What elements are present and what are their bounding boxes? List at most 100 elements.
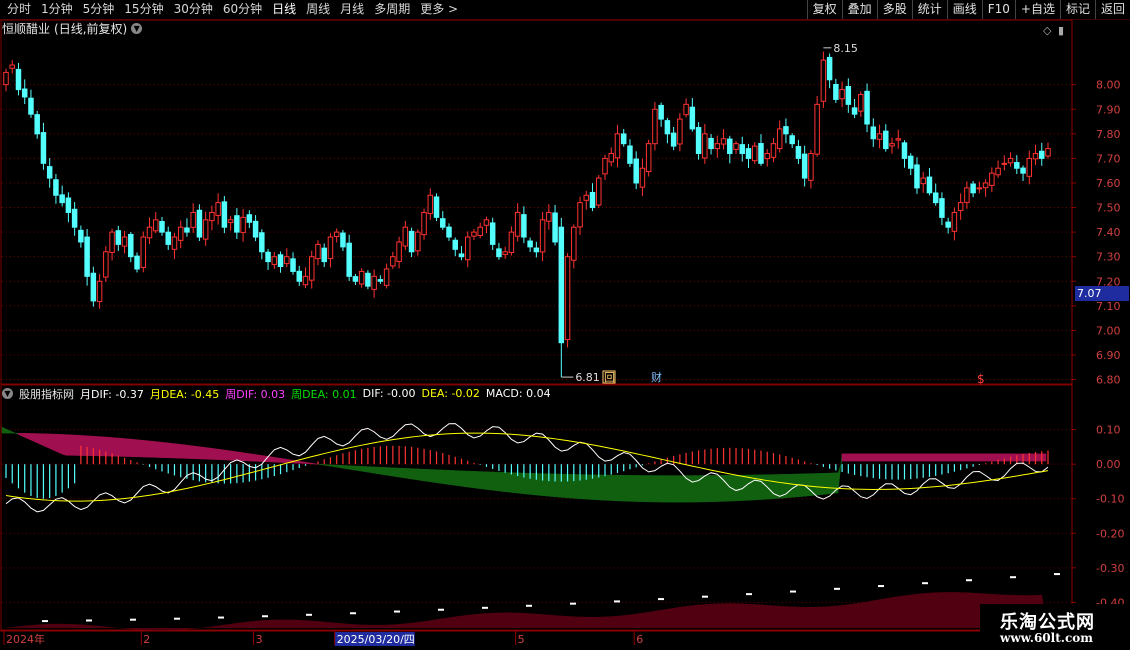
candle bbox=[315, 243, 321, 260]
monthly-dea-dot bbox=[570, 602, 576, 605]
weekly-macd-band bbox=[917, 453, 923, 462]
weekly-macd-band bbox=[549, 473, 555, 497]
weekly-macd-band bbox=[629, 475, 635, 502]
weekly-macd-band bbox=[617, 474, 623, 502]
candle bbox=[464, 236, 471, 261]
monthly-macd-area bbox=[2, 592, 1048, 631]
candle bbox=[171, 236, 178, 250]
weekly-macd-band bbox=[213, 448, 219, 460]
weekly-macd-band bbox=[453, 470, 459, 487]
weekly-macd-band bbox=[909, 453, 915, 462]
chevron-down-icon[interactable]: ▼ bbox=[131, 23, 143, 34]
weekly-macd-band bbox=[593, 474, 599, 501]
candle bbox=[265, 251, 271, 263]
weekly-macd-band bbox=[273, 456, 279, 463]
weekly-macd-band bbox=[489, 471, 495, 491]
weekly-macd-band bbox=[465, 470, 471, 488]
weekly-macd-band bbox=[653, 475, 659, 503]
weekly-macd-band bbox=[425, 469, 431, 483]
candle bbox=[951, 211, 958, 232]
candle bbox=[789, 135, 795, 145]
candle bbox=[858, 94, 864, 112]
price-tick-label: 6.90 bbox=[1096, 349, 1121, 362]
indicator-menu-icon[interactable]: ▼ bbox=[2, 388, 13, 399]
candle bbox=[296, 270, 303, 282]
monthly-dea-dot bbox=[306, 613, 312, 616]
candle bbox=[851, 107, 858, 115]
weekly-macd-band bbox=[281, 458, 287, 463]
candle bbox=[21, 88, 28, 98]
weekly-macd-band bbox=[481, 471, 487, 490]
monthly-dea-dot bbox=[746, 593, 752, 596]
candle bbox=[9, 64, 15, 69]
candle bbox=[795, 146, 802, 159]
candle bbox=[452, 239, 458, 250]
weekly-macd-band bbox=[673, 475, 679, 503]
monthly-dea-dot bbox=[482, 606, 488, 609]
candle bbox=[633, 158, 639, 184]
candle bbox=[776, 128, 783, 150]
candle bbox=[196, 209, 203, 238]
weekly-macd-band bbox=[357, 465, 363, 472]
weekly-macd-band bbox=[225, 449, 231, 461]
weekly-macd-band bbox=[109, 437, 115, 457]
weekly-macd-band bbox=[949, 453, 955, 462]
candle bbox=[658, 104, 664, 120]
weekly-macd-band bbox=[65, 434, 71, 456]
candle bbox=[34, 114, 40, 135]
weekly-macd-band bbox=[417, 468, 423, 481]
candle bbox=[670, 132, 677, 147]
weekly-macd-band bbox=[477, 471, 483, 490]
weekly-macd-band bbox=[1017, 453, 1023, 462]
candle bbox=[527, 240, 533, 248]
candle bbox=[820, 59, 827, 102]
weekly-macd-band bbox=[73, 434, 79, 456]
weekly-macd-band bbox=[201, 446, 207, 460]
weekly-macd-band bbox=[257, 454, 263, 462]
weekly-macd-band bbox=[493, 471, 499, 492]
weekly-macd-band bbox=[985, 453, 991, 462]
candle bbox=[215, 202, 221, 216]
candle bbox=[801, 153, 808, 179]
price-tick-label: 7.80 bbox=[1096, 128, 1121, 141]
weekly-macd-band bbox=[361, 466, 367, 473]
event-marker-hui: 回 bbox=[604, 371, 615, 384]
weekly-macd-band bbox=[393, 467, 399, 478]
indicator-tick-label: -0.30 bbox=[1096, 562, 1124, 575]
weekly-macd-band bbox=[229, 450, 235, 461]
weekly-macd-band bbox=[625, 475, 631, 502]
weekly-macd-band bbox=[537, 473, 543, 496]
candle bbox=[533, 247, 540, 253]
weekly-macd-band bbox=[397, 467, 403, 478]
monthly-dea-dot bbox=[174, 617, 180, 620]
weekly-macd-band bbox=[805, 473, 811, 497]
candle bbox=[284, 256, 290, 265]
weekly-macd-band bbox=[333, 464, 339, 468]
weekly-macd-band bbox=[413, 468, 419, 481]
candle bbox=[733, 143, 739, 150]
candle bbox=[602, 157, 608, 175]
candle bbox=[477, 226, 483, 237]
candle bbox=[589, 191, 596, 209]
candle bbox=[415, 231, 421, 252]
candle bbox=[614, 133, 621, 159]
weekly-macd-band bbox=[353, 465, 359, 471]
weekly-macd-band bbox=[605, 474, 611, 501]
weekly-macd-band bbox=[621, 474, 627, 502]
weekly-macd-band bbox=[25, 433, 31, 441]
weekly-macd-band bbox=[597, 474, 603, 501]
weekly-macd-band bbox=[973, 453, 979, 462]
candle bbox=[333, 231, 340, 237]
weekly-macd-band bbox=[913, 453, 919, 462]
candle bbox=[652, 108, 658, 145]
indicator-bar: ▼ 股朋指标网 月DIF: -0.37 月DEA: -0.45 周DIF: 0.03… bbox=[2, 386, 551, 401]
weekly-macd-band bbox=[221, 449, 227, 461]
indicator-name[interactable]: 股朋指标网 bbox=[19, 386, 74, 402]
weekly-macd-band bbox=[865, 453, 871, 462]
price-tick-label: 7.90 bbox=[1096, 103, 1121, 116]
weekly-macd-band bbox=[745, 474, 751, 501]
weekly-macd-band bbox=[33, 433, 39, 444]
weekly-macd-band bbox=[861, 453, 867, 462]
event-marker-cai: 财 bbox=[651, 370, 662, 384]
weekly-macd-band bbox=[641, 475, 647, 503]
